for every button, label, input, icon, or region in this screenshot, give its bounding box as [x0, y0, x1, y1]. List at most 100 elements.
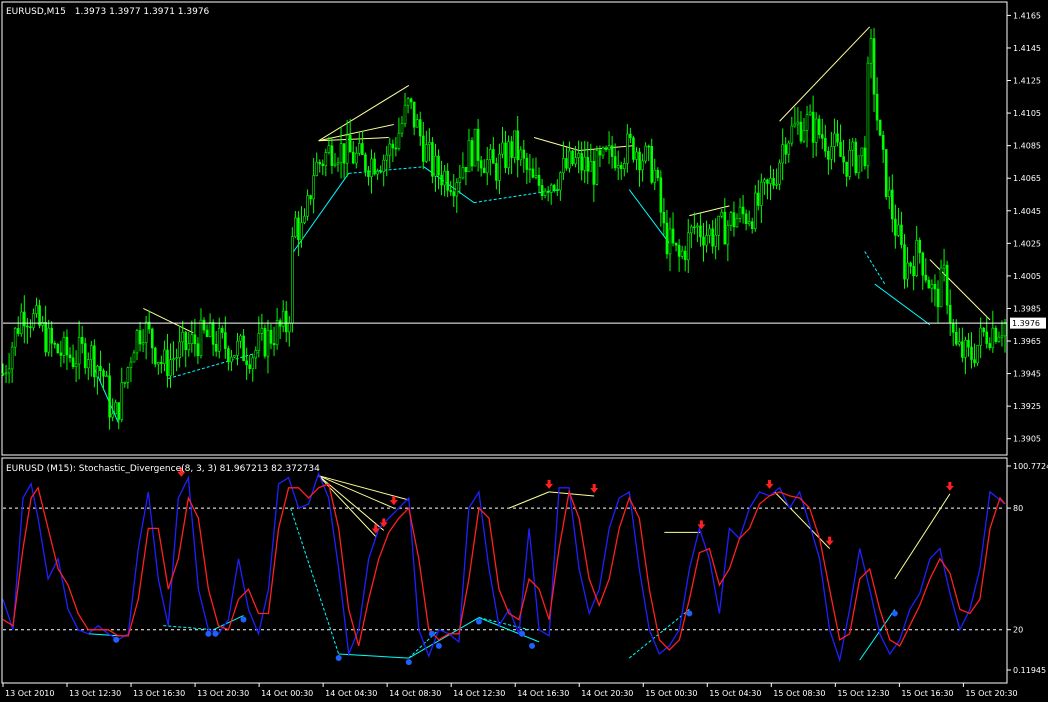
candle-body: [90, 345, 93, 360]
candle-body: [233, 355, 236, 358]
ohlc-readout: 1.3973 1.3977 1.3971 1.3976: [75, 7, 210, 17]
candle-body: [452, 191, 456, 197]
candle-body: [833, 133, 836, 147]
candle-body: [135, 330, 139, 354]
candle-body: [476, 128, 480, 161]
time-axis-label: 14 Oct 08:30: [389, 689, 441, 698]
candle-body: [367, 170, 370, 177]
candle-body: [230, 356, 233, 363]
candle-body: [117, 402, 121, 420]
candle-body: [824, 137, 827, 152]
candle-body: [510, 141, 513, 158]
candle-body: [53, 342, 57, 345]
candle-body: [537, 174, 541, 186]
price-axis-label: 1.4125: [1013, 77, 1041, 86]
candle-body: [528, 168, 532, 171]
candle-body: [970, 346, 973, 360]
candle-body: [391, 143, 395, 149]
candle-body: [665, 222, 669, 255]
candle-body: [86, 359, 90, 369]
candle-body: [845, 161, 848, 177]
candle-body: [799, 121, 803, 142]
candle-body: [884, 149, 888, 197]
candle-body: [492, 149, 495, 164]
candle-body: [96, 365, 99, 378]
candle-body: [202, 319, 206, 331]
candle-body: [629, 133, 632, 139]
candle-body: [397, 132, 401, 150]
stochastic-panel[interactable]: EURUSD (M15): Stochastic_Divergence(8, 3…: [1, 457, 1008, 684]
price-panel[interactable]: EURUSD,M15 1.3973 1.3977 1.3971 1.3976: [1, 1, 1008, 456]
candle-body: [647, 145, 650, 148]
candle-body: [686, 232, 690, 261]
candle-body: [839, 141, 842, 157]
candle-body: [668, 228, 672, 255]
candle-body: [817, 118, 821, 135]
candle-body: [994, 327, 998, 342]
stochastic-axis-label: 80: [1013, 504, 1023, 513]
candle-body: [607, 145, 611, 151]
candle-body: [479, 160, 483, 169]
candle-body: [425, 144, 428, 162]
candle-body: [297, 217, 300, 240]
time-axis-label: 14 Oct 16:30: [517, 689, 569, 698]
buy-signal-marker: [475, 618, 482, 625]
candle-body: [613, 156, 617, 169]
candle-body: [190, 334, 194, 344]
candle-body: [455, 182, 459, 197]
candle-body: [555, 189, 559, 191]
candle-body: [373, 158, 376, 175]
candle-body: [324, 152, 328, 167]
candle-body: [857, 155, 861, 174]
candle-body: [208, 322, 212, 338]
candle-body: [108, 375, 111, 418]
candle-body: [35, 305, 38, 314]
candle-body: [458, 177, 462, 183]
candle-body: [586, 156, 590, 172]
candle-body: [769, 178, 772, 184]
candle-body: [723, 211, 727, 245]
candle-body: [930, 284, 934, 289]
candle-body: [382, 159, 385, 172]
candle-body: [236, 340, 239, 356]
candle-body: [153, 347, 157, 365]
candle-body: [217, 328, 221, 352]
buy-signal-marker: [405, 659, 412, 666]
candle-body: [623, 163, 626, 170]
candle-body: [967, 339, 970, 348]
candle-body: [126, 367, 130, 383]
candle-body: [787, 142, 791, 155]
candle-body: [44, 322, 47, 353]
candle-body: [105, 375, 108, 378]
candle-body: [891, 189, 894, 220]
candle-body: [501, 142, 504, 155]
stochastic-axis-label: 20: [1013, 626, 1023, 635]
candle-body: [546, 190, 550, 193]
candle-body: [242, 335, 245, 362]
candle-body: [7, 368, 11, 374]
candle-body: [610, 145, 614, 157]
candle-body: [205, 329, 209, 338]
candle-body: [77, 336, 81, 365]
candle-body: [827, 150, 830, 160]
candle-body: [495, 163, 498, 181]
candle-body: [741, 206, 745, 215]
candle-body: [394, 147, 398, 150]
time-axis-label: 15 Oct 04:30: [709, 689, 761, 698]
candle-body: [973, 359, 976, 364]
stochastic-axis-label: 0.11945: [1013, 666, 1046, 675]
candle-body: [565, 158, 568, 169]
candle-body: [485, 159, 489, 174]
candle-body: [680, 250, 684, 257]
candle-body: [729, 212, 733, 226]
candle-body: [720, 211, 724, 217]
price-axis-label: 1.4005: [1013, 272, 1041, 281]
candle-body: [650, 145, 654, 183]
candle-body: [580, 153, 583, 171]
candle-body: [574, 157, 577, 165]
candle-body: [982, 327, 985, 333]
candle-body: [348, 134, 352, 153]
candle-body: [979, 327, 982, 346]
candle-body: [50, 327, 54, 344]
candle-body: [1, 373, 5, 375]
